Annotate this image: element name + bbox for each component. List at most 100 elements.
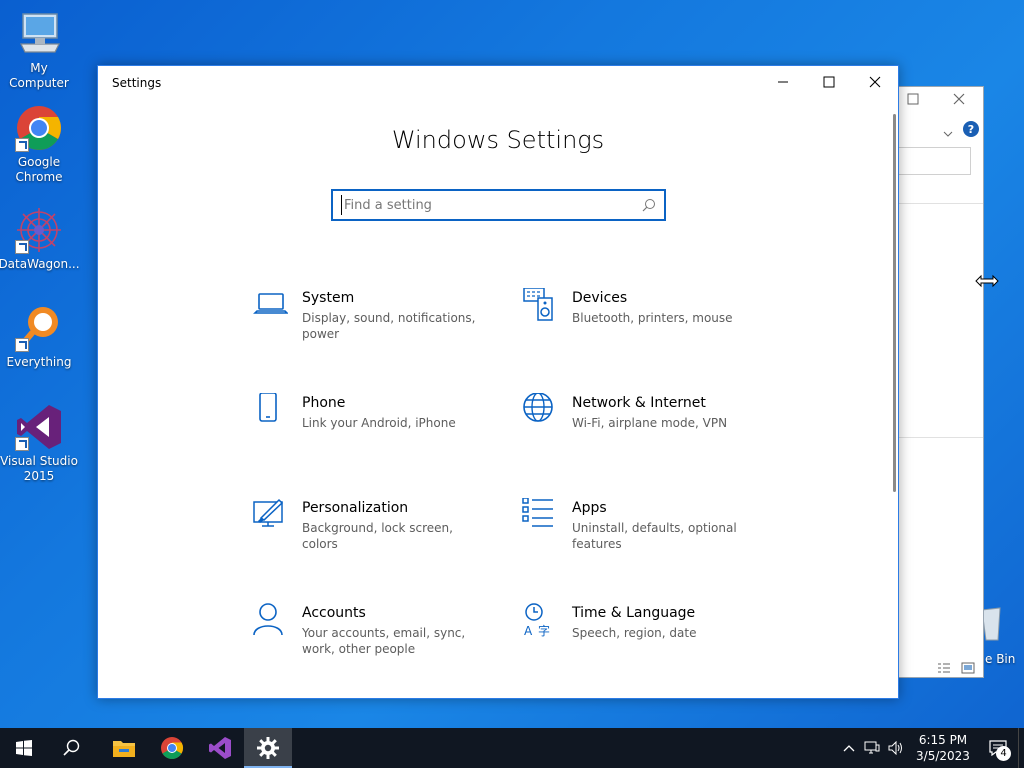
resize-cursor-icon (975, 273, 999, 292)
network-icon[interactable] (860, 741, 884, 755)
desktop-icon-datawagon[interactable]: DataWagon... (0, 206, 80, 272)
everything-icon (15, 304, 63, 352)
taskbar-search-button[interactable] (48, 728, 96, 768)
apps-list-icon (522, 497, 558, 534)
recycle-bin-icon[interactable] (980, 606, 1024, 646)
thumbnail-view-icon[interactable] (961, 659, 975, 678)
file-explorer-icon (113, 741, 135, 757)
show-hidden-icons-chevron-icon[interactable] (838, 744, 860, 752)
category-name: System (302, 290, 355, 306)
category-description: Uninstall, defaults, optional features (572, 521, 737, 551)
desktop-icon-my-computer[interactable]: My Computer (0, 10, 78, 91)
window-title: Settings (112, 76, 162, 90)
taskbar-visual-studio[interactable] (196, 728, 244, 768)
system-tray: 6:15 PM 3/5/2023 4 (838, 728, 1024, 768)
settings-window[interactable]: Settings Windows Settings System Display… (97, 65, 899, 699)
keyboard-speaker-icon (522, 287, 558, 324)
person-icon (252, 603, 288, 639)
desktop-icon-label: My Computer (9, 61, 69, 90)
desktop-icon-label: Google Chrome (15, 155, 63, 184)
title-bar[interactable]: Settings (98, 66, 898, 100)
taskbar-chrome[interactable] (148, 728, 196, 768)
divider (899, 203, 983, 204)
search-box[interactable] (331, 189, 666, 221)
visual-studio-icon (209, 737, 231, 759)
minimize-button[interactable] (760, 66, 806, 98)
svg-text:字: 字 (538, 623, 550, 638)
paint-brush-icon (252, 498, 288, 534)
category-description: Background, lock screen, colors (302, 521, 453, 551)
category-name: Time & Language (572, 605, 696, 621)
action-center-button[interactable]: 4 (978, 728, 1018, 768)
search-input[interactable] (341, 195, 631, 215)
category-name: Personalization (302, 500, 409, 516)
category-description: Your accounts, email, sync, work, other … (302, 626, 466, 656)
category-description: Link your Android, iPhone (302, 416, 456, 430)
desktop-icon-google-chrome[interactable]: Google Chrome (0, 104, 78, 185)
volume-icon[interactable] (884, 741, 908, 755)
close-icon[interactable] (953, 93, 965, 109)
category-system[interactable]: System Display, sound, notifications, po… (252, 288, 492, 358)
search-icon (63, 739, 80, 756)
chevron-down-icon[interactable] (943, 123, 953, 142)
shortcut-arrow-icon (15, 240, 29, 254)
desktop-icon-visual-studio[interactable]: Visual Studio 2015 (0, 403, 78, 484)
category-name: Phone (302, 395, 346, 411)
desktop-icon-label: Everything (6, 355, 72, 369)
category-description: Display, sound, notifications, power (302, 311, 476, 341)
details-view-icon[interactable] (937, 659, 951, 678)
datawagon-icon (15, 206, 63, 254)
taskbar-settings[interactable] (244, 728, 292, 768)
laptop-icon (252, 288, 289, 324)
maximize-icon[interactable] (907, 93, 919, 109)
divider (899, 437, 983, 438)
start-icon (16, 740, 32, 756)
settings-gear-icon (257, 737, 279, 759)
notification-count-badge: 4 (996, 746, 1011, 761)
desktop-icon-label: Visual Studio 2015 (0, 454, 78, 483)
visual-studio-icon (15, 403, 63, 451)
taskbar: 6:15 PM 3/5/2023 4 (0, 728, 1024, 768)
shortcut-arrow-icon (15, 437, 29, 451)
recycle-bin-label: e Bin (985, 652, 1016, 666)
phone-icon (252, 392, 288, 429)
address-bar[interactable] (899, 147, 971, 175)
category-phone[interactable]: Phone Link your Android, iPhone (252, 392, 492, 463)
category-description: Bluetooth, printers, mouse (572, 311, 733, 325)
shortcut-arrow-icon (15, 338, 29, 352)
close-icon (869, 76, 881, 88)
chrome-icon (161, 737, 183, 759)
category-name: Devices (572, 290, 628, 306)
desktop-icon-label: DataWagon... (0, 257, 80, 271)
computer-icon (15, 10, 63, 58)
category-time-language[interactable]: A字 Time & Language Speech, region, date (522, 603, 762, 673)
svg-text:A: A (524, 624, 533, 638)
start-button[interactable] (0, 728, 48, 768)
category-devices[interactable]: Devices Bluetooth, printers, mouse (522, 287, 762, 358)
desktop-icon-everything[interactable]: Everything (0, 304, 78, 370)
chrome-icon (15, 104, 63, 152)
clock-time: 6:15 PM (918, 733, 968, 747)
category-network-internet[interactable]: Network & Internet Wi-Fi, airplane mode,… (522, 392, 762, 463)
category-name: Accounts (302, 605, 366, 621)
minimize-icon (778, 81, 788, 83)
time-language-icon: A字 (522, 603, 558, 639)
category-name: Network & Internet (572, 395, 706, 411)
globe-icon (522, 392, 558, 429)
maximize-button[interactable] (806, 66, 852, 98)
clock[interactable]: 6:15 PM 3/5/2023 (908, 732, 978, 764)
category-name: Apps (572, 500, 607, 516)
clock-date: 3/5/2023 (916, 749, 970, 763)
scrollbar[interactable] (893, 114, 896, 492)
shortcut-arrow-icon (15, 138, 29, 152)
close-button[interactable] (852, 66, 898, 98)
taskbar-file-explorer[interactable] (100, 728, 148, 768)
show-desktop-button[interactable] (1018, 728, 1024, 768)
category-apps[interactable]: Apps Uninstall, defaults, optional featu… (522, 497, 762, 568)
search-icon[interactable] (642, 197, 656, 216)
category-accounts[interactable]: Accounts Your accounts, email, sync, wor… (252, 603, 492, 673)
maximize-icon (823, 76, 835, 88)
help-icon[interactable]: ? (963, 121, 979, 137)
category-description: Speech, region, date (572, 626, 697, 640)
category-personalization[interactable]: Personalization Background, lock screen,… (252, 498, 492, 568)
